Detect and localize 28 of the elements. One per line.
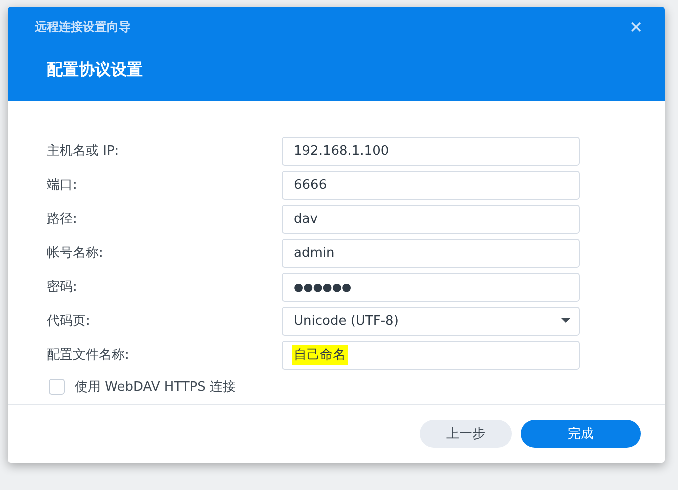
field-label: 密码:: [47, 279, 78, 296]
input-field[interactable]: 192.168.1.100: [282, 136, 580, 166]
finish-button[interactable]: 完成: [521, 420, 641, 448]
field-value: dav: [294, 212, 318, 226]
input-field[interactable]: dav: [282, 204, 580, 234]
codepage-dropdown[interactable]: Unicode (UTF-8): [282, 306, 580, 336]
field-label: 端口:: [47, 177, 78, 194]
input-field[interactable]: admin: [282, 238, 580, 268]
field-value: 自己命名: [292, 345, 348, 365]
field-value: Unicode (UTF-8): [294, 314, 399, 328]
caret-icon: [561, 318, 571, 324]
checkbox[interactable]: [49, 379, 65, 395]
field-label: 帐号名称:: [47, 245, 104, 262]
field-label: 路径:: [47, 211, 78, 228]
field-label: 主机名或 IP:: [47, 143, 120, 160]
back-button[interactable]: 上一步: [420, 420, 512, 448]
field-value: ●●●●●●: [294, 280, 352, 294]
field-value: admin: [294, 246, 335, 260]
checkbox-label: 使用 WebDAV HTTPS 连接: [75, 379, 236, 396]
input-field[interactable]: 6666: [282, 170, 580, 200]
step-heading: 配置协议设置: [47, 60, 144, 81]
window-title: 远程连接设置向导: [35, 18, 131, 36]
input-field[interactable]: 自己命名: [282, 340, 580, 370]
field-label: 配置文件名称:: [47, 347, 130, 364]
field-value: 192.168.1.100: [294, 144, 390, 158]
password-field[interactable]: ●●●●●●: [282, 272, 580, 302]
field-value: 6666: [294, 178, 328, 192]
field-label: 代码页:: [47, 313, 92, 330]
